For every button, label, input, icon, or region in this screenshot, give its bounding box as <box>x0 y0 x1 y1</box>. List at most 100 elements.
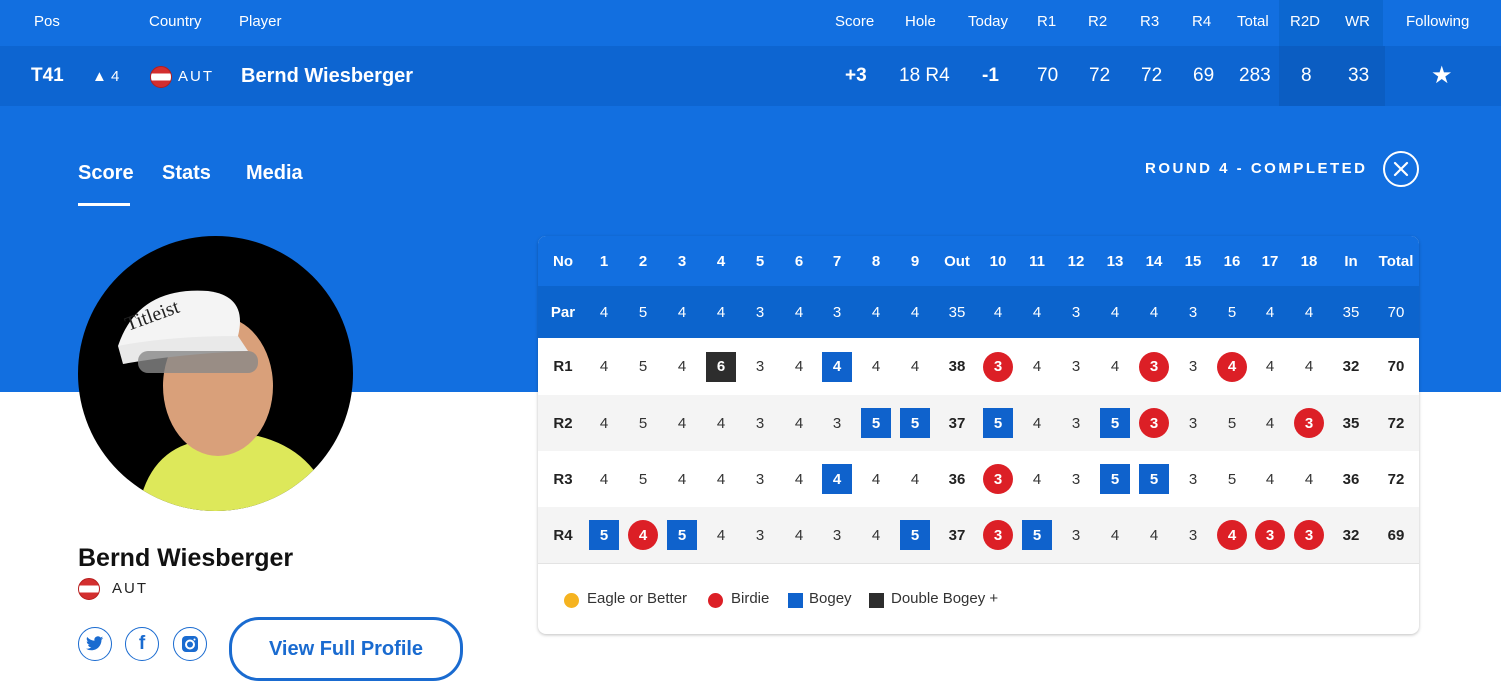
out-total: 38 <box>948 358 966 375</box>
hole-score-par: 3 <box>1071 470 1081 488</box>
header-r2[interactable]: R2 <box>1088 13 1107 30</box>
par-value: 3 <box>1188 303 1198 321</box>
hole-score-par: 3 <box>755 358 765 375</box>
header-today[interactable]: Today <box>968 13 1008 30</box>
header-wr[interactable]: WR <box>1345 13 1370 30</box>
tab-score[interactable]: Score <box>78 162 134 185</box>
par-value: 4 <box>871 303 881 321</box>
hole-score-par: 4 <box>794 470 804 488</box>
facebook-button[interactable]: f <box>125 627 159 661</box>
header-r3[interactable]: R3 <box>1140 13 1159 30</box>
scorecard-par-row: Par 4 5 4 4 3 4 3 4 4 35 4 4 3 4 4 3 5 4 4 35 70 <box>538 286 1419 338</box>
tab-stats[interactable]: Stats <box>162 162 211 185</box>
hole-score-par: 5 <box>638 414 648 432</box>
par-value: 35 <box>1342 303 1360 321</box>
par-value: 5 <box>638 303 648 321</box>
hole-score-par: 4 <box>794 414 804 432</box>
header-country[interactable]: Country <box>149 13 202 30</box>
instagram-icon <box>182 636 198 652</box>
header-r1[interactable]: R1 <box>1037 13 1056 30</box>
birdie-score: 3 <box>1294 520 1324 550</box>
scorecard-legend: Eagle or Better Birdie Bogey Double Boge… <box>538 564 1419 634</box>
hole-score-par: 4 <box>599 414 609 432</box>
hole-number: 5 <box>755 252 765 270</box>
hole-score: 5 <box>896 507 934 563</box>
hole-score: 5 <box>857 395 895 451</box>
header-score[interactable]: Score <box>835 13 874 30</box>
hole-score-par: 4 <box>1149 526 1159 544</box>
hole-score: 3 <box>1251 507 1289 563</box>
birdie-score: 3 <box>1139 408 1169 438</box>
par-label: Par <box>550 303 576 321</box>
player-row[interactable]: T41 ▲ 4 AUT Bernd Wiesberger +3 18 R4 -1… <box>0 46 1501 106</box>
header-r2d[interactable]: R2D <box>1290 13 1320 30</box>
hole-score-par: 4 <box>910 358 920 375</box>
hole-score-par: 4 <box>716 470 726 488</box>
in-total: 32 <box>1342 358 1360 375</box>
hole-score-par: 3 <box>832 526 842 544</box>
hole-score-par: 3 <box>755 526 765 544</box>
bogey-score: 4 <box>822 351 852 382</box>
scorecard-round-row: R4 5 4 5 4 3 4 3 4 5 37 3 5 3 4 4 3 4 3 3 32 69 <box>538 507 1419 564</box>
par-value: 4 <box>1304 303 1314 321</box>
hole-score: 3 <box>1135 395 1173 451</box>
twitter-button[interactable] <box>78 627 112 661</box>
scorecard: No 1 2 3 4 5 6 7 8 9 Out 10 11 12 13 14 15 16 17 18 In Total … <box>538 236 1419 634</box>
hole-score: 6 <box>702 338 740 395</box>
hole-score: 3 <box>979 507 1017 563</box>
birdie-score: 4 <box>628 520 658 550</box>
in-total: 32 <box>1342 526 1360 544</box>
profile-name: Bernd Wiesberger <box>78 544 294 572</box>
player-country: AUT <box>178 68 214 85</box>
birdie-score: 3 <box>1139 351 1169 382</box>
player-score: +3 <box>845 65 867 86</box>
bogey-score: 5 <box>900 520 930 550</box>
hole-score-par: 4 <box>1110 358 1120 375</box>
double-bogey-legend-icon <box>869 593 884 608</box>
close-button[interactable] <box>1383 151 1419 187</box>
par-value: 3 <box>1071 303 1081 321</box>
out-total: 36 <box>948 470 966 488</box>
legend-bogey: Bogey <box>809 590 852 607</box>
hole-number: 7 <box>832 252 842 270</box>
legend-double-bogey: Double Bogey + <box>891 590 999 607</box>
round-label: R2 <box>553 414 573 432</box>
header-r4[interactable]: R4 <box>1192 13 1211 30</box>
hole-score: 3 <box>1290 507 1328 563</box>
tab-media[interactable]: Media <box>246 162 303 185</box>
par-value: 4 <box>1265 303 1275 321</box>
hole-score-par: 4 <box>1304 358 1314 375</box>
hole-number: 6 <box>794 252 804 270</box>
round-total: 72 <box>1387 470 1405 488</box>
hole-score-par: 3 <box>1188 470 1198 488</box>
instagram-button[interactable] <box>173 627 207 661</box>
par-value: 4 <box>1032 303 1042 321</box>
hole-number: Total <box>1378 252 1414 270</box>
out-total: 37 <box>948 526 966 544</box>
hole-score-par: 3 <box>1188 526 1198 544</box>
hole-score: 5 <box>979 395 1017 451</box>
header-hole[interactable]: Hole <box>905 13 936 30</box>
hole-score-par: 4 <box>1304 470 1314 488</box>
player-r1: 70 <box>1037 65 1059 86</box>
hole-score: 4 <box>818 451 856 507</box>
header-pos[interactable]: Pos <box>34 13 60 30</box>
header-following[interactable]: Following <box>1406 13 1469 30</box>
header-player[interactable]: Player <box>239 13 282 30</box>
birdie-score: 3 <box>1294 408 1324 438</box>
hole-score-par: 4 <box>1032 414 1042 432</box>
player-name[interactable]: Bernd Wiesberger <box>241 65 413 88</box>
view-full-profile-button[interactable]: View Full Profile <box>229 617 463 681</box>
hole-score-par: 5 <box>638 470 648 488</box>
in-total: 36 <box>1342 470 1360 488</box>
birdie-score: 3 <box>1255 520 1285 550</box>
star-icon[interactable]: ★ <box>1431 61 1453 90</box>
hole-score: 5 <box>1018 507 1056 563</box>
hole-score: 3 <box>979 338 1017 395</box>
close-icon <box>1393 161 1409 177</box>
hole-score-par: 5 <box>1227 414 1237 432</box>
hole-score: 3 <box>979 451 1017 507</box>
birdie-score: 4 <box>1217 520 1247 550</box>
birdie-legend-icon <box>708 593 723 608</box>
header-total[interactable]: Total <box>1237 13 1269 30</box>
